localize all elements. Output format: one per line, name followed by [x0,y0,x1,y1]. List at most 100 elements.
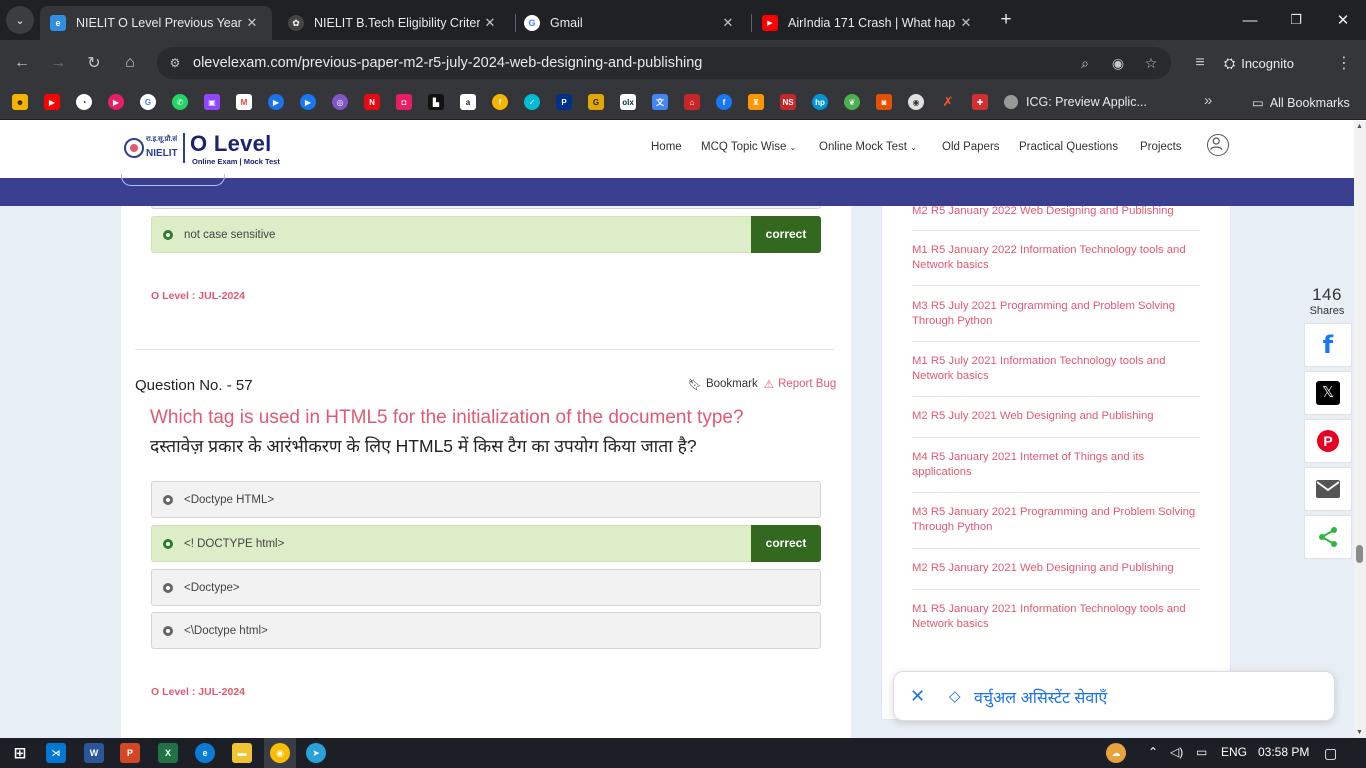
bookmark-play-icon[interactable]: ▶ [108,94,124,110]
bookmark-google-icon[interactable]: G [140,94,156,110]
clock[interactable]: 03:58 PM [1258,745,1309,759]
share-x-button[interactable]: 𝕏 [1304,371,1352,415]
reload-icon[interactable]: ↻ [81,50,107,76]
sidebar-paper-link[interactable]: M1 R5 July 2021 Information Technology t… [912,354,1202,384]
bookmark-ns-icon[interactable]: NS [780,94,796,110]
bookmark-check-icon[interactable]: ✓ [524,94,540,110]
bookmark-x-icon[interactable]: ✗ [940,94,956,110]
tab-search-dropdown-icon[interactable]: ⌄ [6,6,34,34]
bookmark-github-icon[interactable]: ◔ [76,94,92,110]
file-explorer-icon[interactable]: ▬ [232,743,252,763]
volume-icon[interactable]: ◁) [1170,745,1183,759]
virtual-assistant-label[interactable]: वर्चुअल असिस्टेंट सेवाएँ [974,686,1107,708]
share-pinterest-button[interactable]: P [1304,419,1352,463]
bookmark-flipkart-icon[interactable]: f [492,94,508,110]
virtual-assistant-popup[interactable]: ✕ ◇ वर्चुअल असिस्टेंट सेवाएँ [893,671,1335,721]
tab-close-icon[interactable]: ✕ [956,15,976,31]
nav-projects[interactable]: Projects [1140,141,1182,153]
bookmark-play2-icon[interactable]: ▶ [300,94,316,110]
tracking-protection-icon[interactable]: ◉ [1107,52,1129,74]
nav-practical-questions[interactable]: Practical Questions [1019,141,1118,153]
bookmark-button[interactable]: 🔖︎ Bookmark [688,378,758,391]
bookmark-leaf-icon[interactable]: ❦ [844,94,860,110]
bookmark-g-icon[interactable]: G [588,94,604,110]
language-indicator[interactable]: ENG [1221,745,1247,759]
bookmark-dark-icon[interactable]: ▙ [428,94,444,110]
restore-icon[interactable]: ❐ [1284,8,1308,32]
bookmark-whatsapp-icon[interactable]: ✆ [172,94,188,110]
bookmark-amazon-icon[interactable]: a [460,94,476,110]
address-bar[interactable]: ⚙ olevelexam.com/previous-paper-m2-r5-ju… [157,47,1171,79]
new-tab-icon[interactable]: + [996,9,1016,30]
windows-start-icon[interactable]: ⊞ [10,743,30,763]
network-icon[interactable]: ▭ [1196,745,1207,759]
bookmark-red-icon[interactable]: ✚ [972,94,988,110]
share-more-button[interactable] [1304,515,1352,559]
bookmark-facebook-icon[interactable]: f [716,94,732,110]
sidebar-paper-link[interactable]: M3 R5 July 2021 Programming and Problem … [912,299,1202,329]
bookmark-video-icon[interactable]: ▶ [268,94,284,110]
tab-close-icon[interactable]: ✕ [718,15,738,31]
option-d[interactable]: <\Doctype html> [151,612,821,649]
sidebar-paper-link[interactable]: M2 R5 January 2021 Web Designing and Pub… [912,561,1202,576]
bookmarks-overflow-icon[interactable]: » [1204,92,1212,109]
bookmark-olx-icon[interactable]: olx [620,94,636,110]
excel-icon[interactable]: X [158,743,178,763]
incognito-indicator[interactable]: ⛭ Incognito [1224,50,1294,76]
option-a[interactable]: <Doctype HTML> [151,481,821,518]
share-email-button[interactable] [1304,467,1352,511]
user-account-icon[interactable] [1207,134,1229,156]
nav-old-papers[interactable]: Old Papers [942,141,1000,153]
telegram-icon[interactable]: ➤ [306,743,326,763]
tab-close-icon[interactable]: ✕ [480,15,500,31]
vscode-icon[interactable]: ⋊ [46,743,66,763]
word-icon[interactable]: W [84,743,104,763]
bookmark-gmail-icon[interactable]: M [236,94,252,110]
bookmark-bank-icon[interactable]: ⌂ [684,94,700,110]
tray-overflow-icon[interactable]: ⌃ [1148,745,1158,759]
bookmark-gov-icon[interactable]: ◉ [908,94,924,110]
weather-icon[interactable]: ☁ [1106,743,1126,763]
bookmark-star-icon[interactable]: ☆ [1140,52,1162,74]
back-icon[interactable]: ← [9,50,35,76]
bookmark-paypal-icon[interactable]: P [556,94,572,110]
minimize-icon[interactable]: — [1238,8,1262,32]
prev-option-correct[interactable]: not case sensitive correct [151,215,821,253]
notifications-icon[interactable]: ▢ [1324,745,1337,762]
home-icon[interactable]: ⌂ [117,50,143,76]
bookmark-hp-icon[interactable]: hp [812,94,828,110]
sidebar-paper-link[interactable]: M2 R5 January 2022 Web Designing and Pub… [912,204,1202,219]
sidebar-paper-link[interactable]: M4 R5 January 2021 Internet of Things an… [912,450,1202,480]
browser-tab-btech[interactable]: ✿ NIELIT B.Tech Eligibility Criteria ✕ [278,6,510,40]
browser-tab-olevel[interactable]: e NIELIT O Level Previous Year So ✕ [40,6,272,40]
bookmark-icg[interactable]: ICG: Preview Applic... [1026,95,1147,109]
option-c[interactable]: <Doctype> [151,569,821,606]
scroll-up-icon[interactable]: ▲ [1356,123,1363,130]
page-scrollbar[interactable]: ▲ ▼ [1354,121,1366,738]
url-text[interactable]: olevelexam.com/previous-paper-m2-r5-july… [193,55,702,71]
sidebar-paper-link[interactable]: M1 R5 January 2021 Information Technolog… [912,602,1202,632]
site-info-icon[interactable]: ⚙ [165,53,185,73]
forward-icon[interactable]: → [45,50,71,76]
share-facebook-button[interactable]: f [1304,323,1352,367]
bookmark-youtube-icon[interactable]: ▶ [44,94,60,110]
bookmark-seal-icon[interactable]: ◙ [876,94,892,110]
browser-tab-gmail[interactable]: G Gmail ✕ [514,6,748,40]
bookmark-gift-icon[interactable]: ◘ [396,94,412,110]
scroll-down-icon[interactable]: ▼ [1356,729,1363,736]
chrome-icon[interactable]: ◉ [270,743,290,763]
option-b-correct[interactable]: <! DOCTYPE html> correct [151,524,821,562]
header-pill-button[interactable] [121,174,225,186]
nav-home[interactable]: Home [651,141,682,153]
nav-online-mock-test[interactable]: Online Mock Test ⌄ [819,141,917,153]
all-bookmarks-button[interactable]: ▭ All Bookmarks [1252,95,1350,111]
tab-close-icon[interactable]: ✕ [242,15,262,31]
sidebar-paper-link[interactable]: M3 R5 January 2021 Programming and Probl… [912,505,1202,535]
bookmark-emblem-icon[interactable]: ♜ [748,94,764,110]
browser-menu-icon[interactable]: ⋮ [1331,50,1357,76]
reading-list-icon[interactable]: ≡ [1187,50,1213,76]
edge-icon[interactable]: e [195,743,215,763]
scrollbar-thumb[interactable] [1356,545,1363,563]
bookmark-emoji-icon[interactable]: ☻ [12,94,28,110]
powerpoint-icon[interactable]: P [120,743,140,763]
